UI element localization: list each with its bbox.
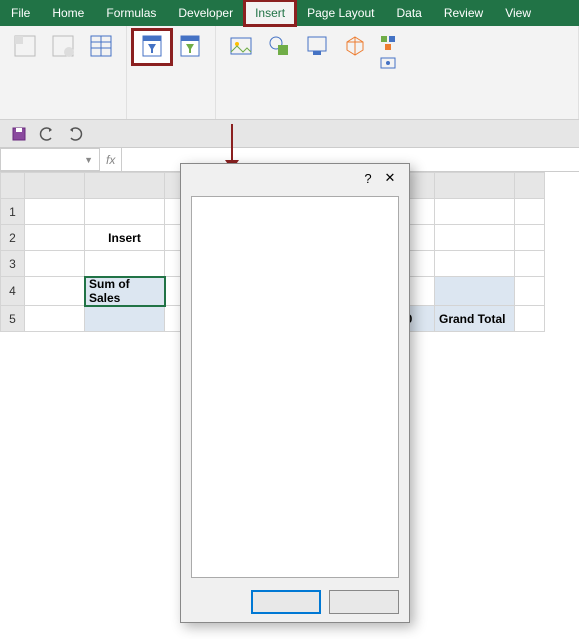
close-button[interactable]: ✕ (379, 170, 401, 186)
tab-review[interactable]: Review (433, 0, 494, 26)
icons-icon (303, 32, 331, 60)
cancel-button[interactable] (329, 590, 399, 614)
slicer-icon (138, 32, 166, 60)
col-header[interactable] (435, 173, 515, 199)
row-header[interactable]: 4 (1, 277, 25, 306)
smartart-button[interactable] (376, 34, 404, 52)
table-button[interactable] (82, 30, 120, 64)
ok-button[interactable] (251, 590, 321, 614)
group-label (222, 115, 572, 117)
save-button[interactable] (8, 123, 30, 145)
chevron-down-icon: ▼ (84, 155, 93, 165)
redo-button[interactable] (64, 123, 86, 145)
timeline-icon (176, 32, 204, 60)
select-all[interactable] (1, 173, 25, 199)
annotation-arrow (231, 124, 233, 164)
recommended-pivottables-button[interactable] (44, 30, 82, 64)
pivot-title[interactable]: Insert (85, 225, 165, 251)
group-illustrations (216, 26, 579, 119)
3d-icon (341, 32, 369, 60)
pictures-button[interactable] (222, 30, 260, 64)
help-button[interactable]: ? (357, 171, 379, 186)
timeline-button[interactable] (171, 30, 209, 64)
tab-data[interactable]: Data (385, 0, 432, 26)
shapes-icon (265, 32, 293, 60)
tab-insert[interactable]: Insert (244, 0, 296, 26)
table-icon (87, 32, 115, 60)
row-labels-cell[interactable] (85, 306, 165, 332)
screenshot-button[interactable] (376, 54, 404, 72)
slicer-button[interactable] (133, 30, 171, 64)
col-header[interactable] (85, 173, 165, 199)
group-label (6, 115, 120, 117)
recommended-pivot-icon (49, 32, 77, 60)
group-filters (127, 26, 216, 119)
tab-formulas[interactable]: Formulas (95, 0, 167, 26)
ribbon-tabs: FileHomeFormulasDeveloperInsertPage Layo… (0, 0, 579, 26)
pivot-sum-cell[interactable]: Sum of Sales (85, 277, 165, 306)
undo-button[interactable] (36, 123, 58, 145)
insert-slicers-dialog: ? ✕ (180, 163, 410, 623)
dialog-titlebar: ? ✕ (181, 164, 409, 192)
col-header[interactable] (515, 173, 545, 199)
row-header[interactable]: 5 (1, 306, 25, 332)
name-box[interactable]: ▼ (0, 148, 100, 171)
col-header[interactable] (25, 173, 85, 199)
dialog-footer (181, 582, 409, 622)
row-header[interactable]: 2 (1, 225, 25, 251)
grand-total-col[interactable]: Grand Total (435, 306, 515, 332)
3d-models-button[interactable] (336, 30, 374, 64)
screenshot-icon (380, 55, 396, 71)
ribbon-body (0, 26, 579, 120)
row-header[interactable]: 3 (1, 251, 25, 277)
group-tables (0, 26, 127, 119)
pivottable-button[interactable] (6, 30, 44, 64)
row-header[interactable]: 1 (1, 199, 25, 225)
tab-file[interactable]: File (0, 0, 41, 26)
pictures-icon (227, 32, 255, 60)
tab-view[interactable]: View (494, 0, 542, 26)
pivottable-icon (11, 32, 39, 60)
icons-button[interactable] (298, 30, 336, 64)
smartart-icon (380, 35, 396, 51)
group-label (133, 115, 209, 117)
fx-button[interactable]: fx (100, 148, 122, 171)
dialog-body (191, 196, 399, 578)
tab-home[interactable]: Home (41, 0, 95, 26)
tab-page-layout[interactable]: Page Layout (296, 0, 385, 26)
tab-developer[interactable]: Developer (167, 0, 244, 26)
shapes-button[interactable] (260, 30, 298, 64)
quick-access-toolbar (0, 120, 579, 148)
